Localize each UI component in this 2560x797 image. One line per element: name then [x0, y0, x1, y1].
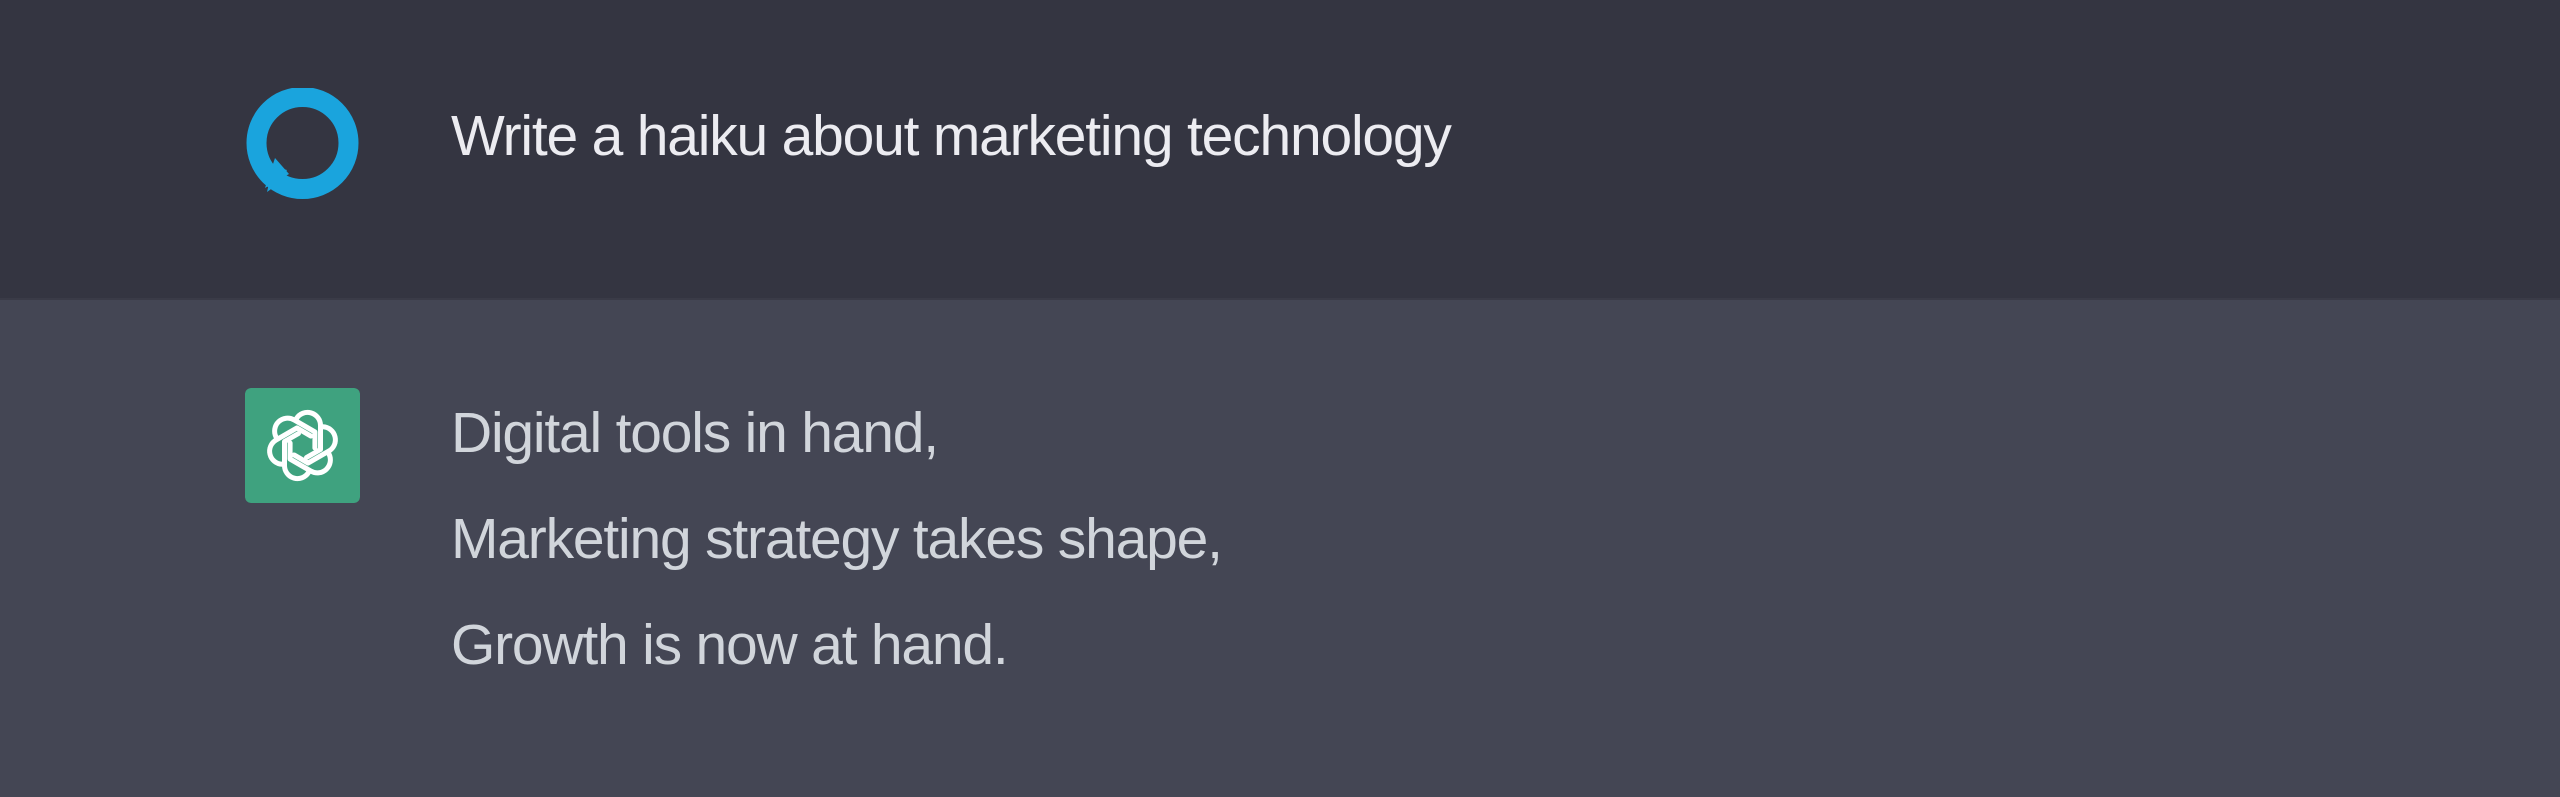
chat-bubble-icon	[246, 88, 359, 199]
assistant-message-text: Digital tools in hand, Marketing strateg…	[451, 380, 1223, 698]
user-message-row: Write a haiku about marketing technology	[0, 0, 2560, 298]
haiku-line-1: Digital tools in hand,	[451, 401, 939, 465]
haiku-line-2: Marketing strategy takes shape,	[451, 507, 1223, 571]
assistant-avatar	[245, 388, 360, 503]
haiku-line-3: Growth is now at hand.	[451, 613, 1009, 677]
user-message-text: Write a haiku about marketing technology	[451, 104, 1452, 168]
assistant-message-row: Digital tools in hand, Marketing strateg…	[0, 298, 2560, 797]
user-avatar	[245, 88, 360, 203]
openai-logo-icon	[245, 388, 360, 503]
